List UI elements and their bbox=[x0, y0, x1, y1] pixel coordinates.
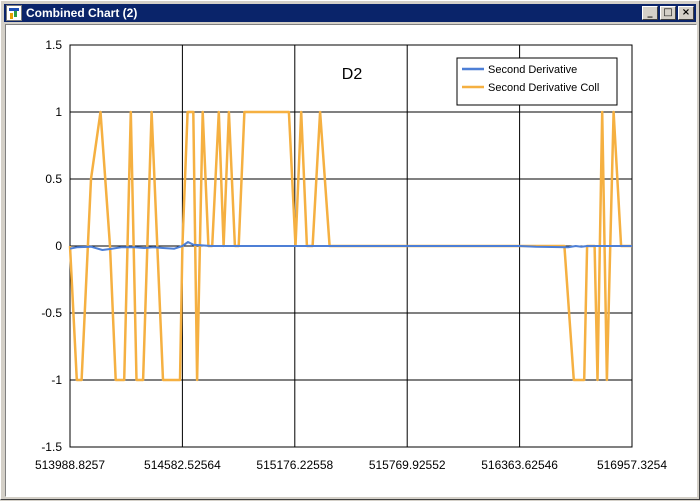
y-tick-label: 1.5 bbox=[45, 38, 62, 52]
y-tick-label: 0.5 bbox=[45, 172, 62, 186]
x-tick-label: 514582.52564 bbox=[144, 458, 221, 472]
y-tick-label: 0 bbox=[55, 239, 62, 253]
window-title: Combined Chart (2) bbox=[26, 6, 138, 20]
y-tick-label: 1 bbox=[55, 105, 62, 119]
chart-title: D2 bbox=[342, 66, 363, 83]
x-tick-label: 513988.8257 bbox=[35, 458, 105, 472]
y-tick-label: -1 bbox=[51, 373, 62, 387]
legend-label-1: Second Derivative bbox=[488, 64, 577, 76]
y-tick-label: -1.5 bbox=[41, 440, 62, 454]
chart-window: Combined Chart (2) _ □ × 1.5 1 0.5 0 -0.5 -1 -… bbox=[0, 0, 700, 500]
x-tick-label: 515176.22558 bbox=[256, 458, 333, 472]
app-icon[interactable] bbox=[6, 5, 22, 21]
x-tick-label: 516957.3254 bbox=[597, 458, 667, 472]
close-button[interactable]: × bbox=[678, 6, 694, 20]
chart-area: 1.5 1 0.5 0 -0.5 -1 -1.5 513988.8257 514582.5256… bbox=[5, 24, 697, 497]
x-tick-label: 516363.62546 bbox=[481, 458, 558, 472]
y-tick-label: -0.5 bbox=[41, 306, 62, 320]
legend-label-2: Second Derivative Coll bbox=[488, 82, 599, 94]
window-controls: _ □ × bbox=[642, 6, 694, 20]
line-chart: 1.5 1 0.5 0 -0.5 -1 -1.5 513988.8257 514582.5256… bbox=[35, 38, 667, 472]
minimize-button[interactable]: _ bbox=[642, 6, 658, 20]
maximize-button[interactable]: □ bbox=[660, 6, 676, 20]
x-tick-label: 515769.92552 bbox=[369, 458, 446, 472]
title-bar[interactable]: Combined Chart (2) _ □ × bbox=[4, 4, 696, 22]
